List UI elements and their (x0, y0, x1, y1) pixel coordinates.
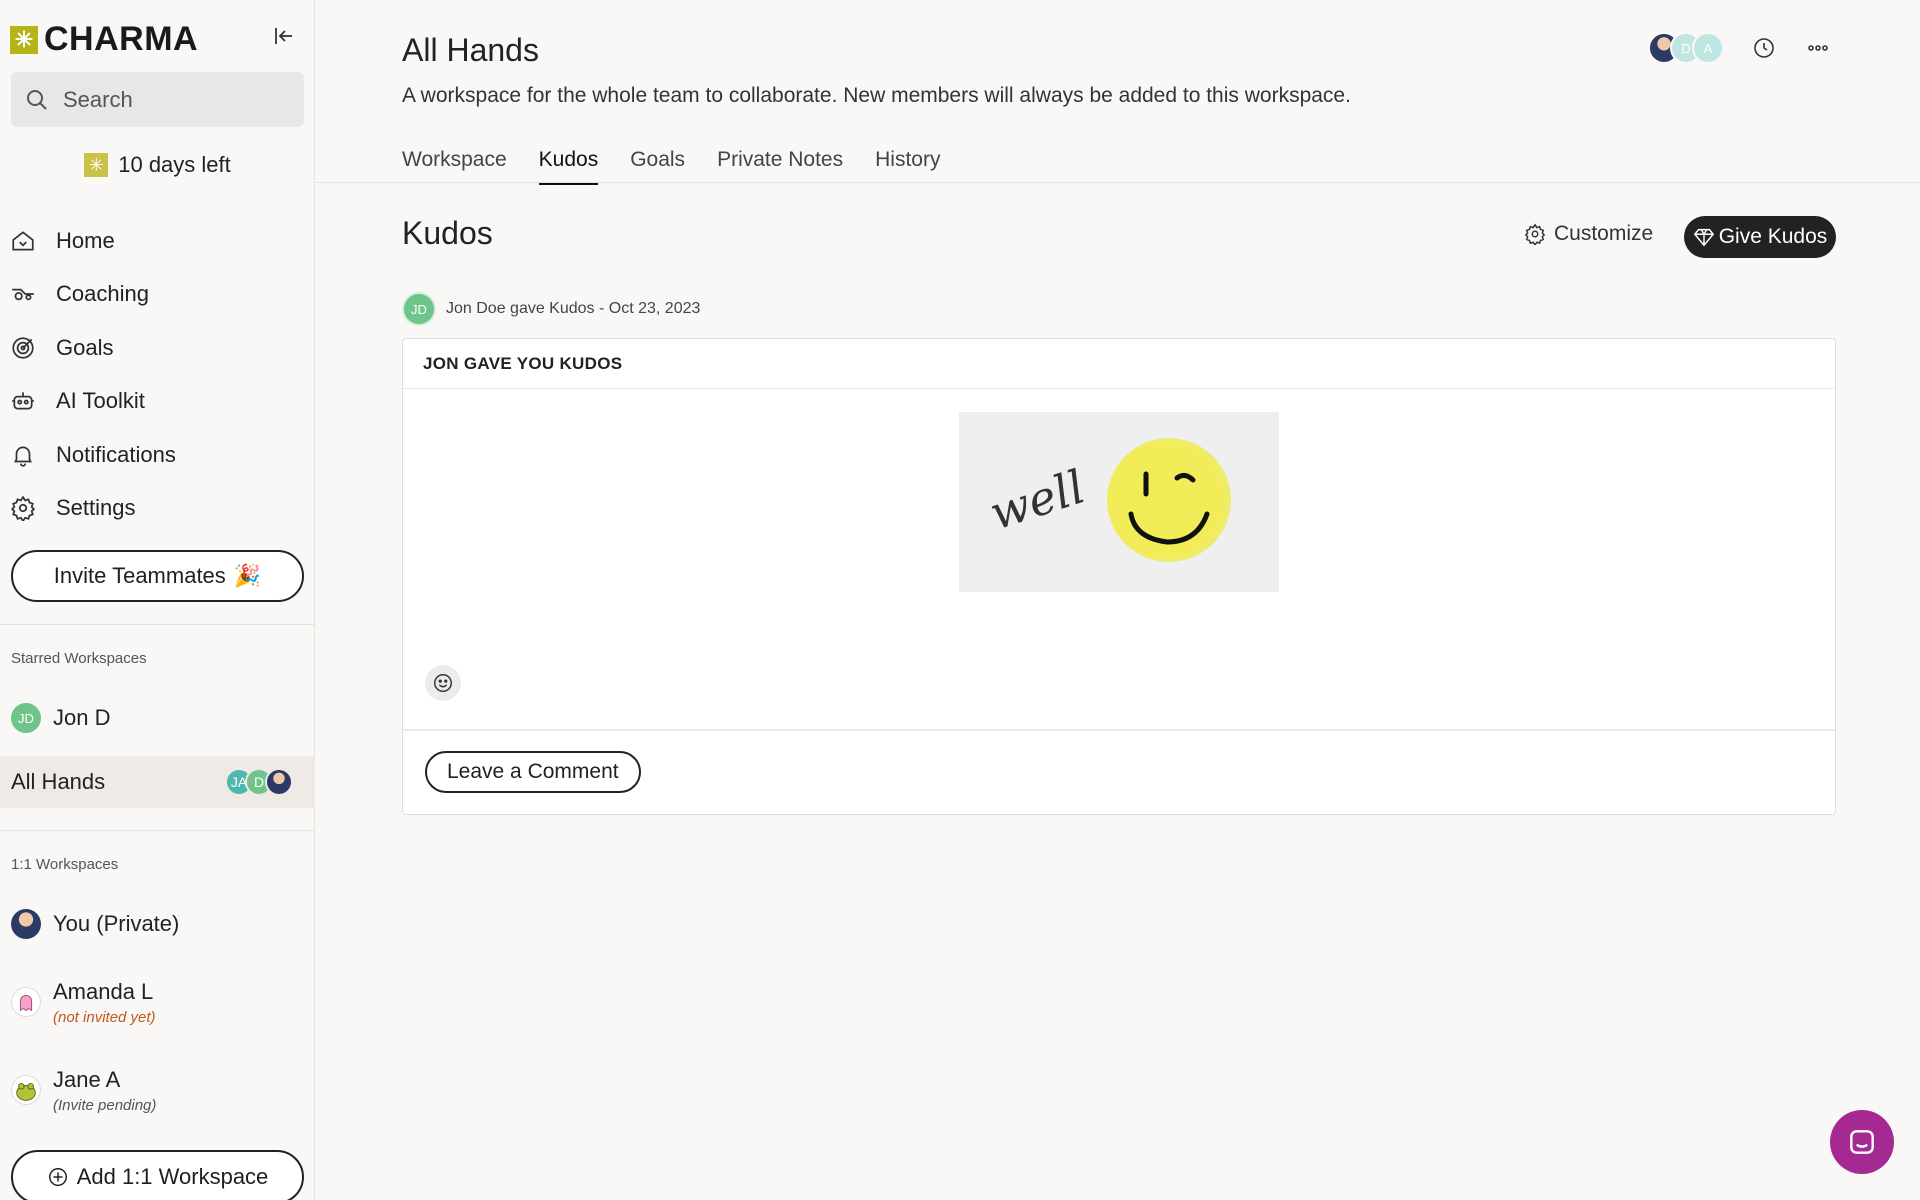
invite-label: Invite Teammates (53, 563, 226, 588)
page-title: All Hands (402, 32, 539, 68)
nav-label: AI Toolkit (56, 388, 145, 414)
search-placeholder: Search (63, 86, 133, 112)
workspace-text: Jane A (Invite pending) (53, 1067, 156, 1114)
workspace-text: Amanda L (not invited yet) (53, 979, 156, 1026)
workspace-tabs: Workspace Kudos Goals Private Notes Hist… (402, 148, 940, 185)
nav-item-coaching[interactable]: Coaching (10, 268, 310, 322)
clock-icon[interactable] (1750, 34, 1778, 62)
diamond-icon (1693, 228, 1714, 247)
coaching-icon (12, 289, 34, 301)
search-input[interactable]: Search (11, 72, 304, 127)
nav-item-ai-toolkit[interactable]: AI Toolkit (10, 375, 310, 429)
add-workspace-label: Add 1:1 Workspace (76, 1164, 269, 1189)
invite-status: (not invited yet) (53, 1008, 156, 1026)
tab-workspace[interactable]: Workspace (402, 148, 507, 185)
sparkle-icon: ✳ (84, 153, 109, 177)
nav-item-goals[interactable]: Goals (10, 321, 310, 375)
member-avatars[interactable]: D A (1648, 32, 1724, 64)
main-content: All Hands A workspace for the whole team… (316, 0, 1920, 1200)
party-icon: 🎉 (233, 563, 262, 588)
workspace-item-amanda-l[interactable]: Amanda L (not invited yet) (0, 974, 315, 1030)
customize-button[interactable]: Customize (1524, 222, 1653, 246)
leave-comment-button[interactable]: Leave a Comment (425, 751, 641, 793)
home-icon (12, 230, 34, 251)
nav-item-settings[interactable]: Settings (10, 482, 310, 536)
trial-text: 10 days left (118, 152, 231, 177)
gear-icon (10, 495, 36, 522)
invite-teammates-button[interactable]: Invite Teammates 🎉 (11, 550, 304, 602)
kudos-card: JON GAVE YOU KUDOS well Leave a Comment (402, 338, 1836, 815)
kudos-meta: JD Jon Doe gave Kudos - Oct 23, 2023 (402, 292, 700, 326)
avatar (11, 987, 41, 1017)
avatar-stack: JA D (225, 768, 293, 796)
give-kudos-label: Give Kudos (1718, 225, 1828, 248)
divider (403, 729, 1835, 731)
nav-item-notifications[interactable]: Notifications (10, 428, 310, 482)
divider (0, 624, 315, 625)
workspace-item-you-private[interactable]: You (Private) (0, 904, 315, 944)
chat-icon (1850, 1130, 1874, 1154)
kudos-image: well (959, 412, 1279, 592)
robot-icon (12, 392, 34, 410)
avatar (11, 1075, 41, 1105)
section-title: Kudos (402, 215, 493, 251)
divider (0, 830, 315, 831)
main-nav: Home Coaching Goals AI Toolkit Notificat… (10, 214, 310, 535)
nav-label: Goals (56, 334, 114, 360)
workspace-name: Jane A (53, 1066, 121, 1092)
workspace-name: Amanda L (53, 978, 154, 1004)
nav-item-home[interactable]: Home (10, 214, 310, 268)
add-one-on-one-workspace-button[interactable]: Add 1:1 Workspace (11, 1150, 304, 1200)
starred-workspaces-label: Starred Workspaces (11, 650, 147, 667)
chat-launcher-button[interactable] (1830, 1110, 1894, 1174)
nav-label: Notifications (56, 441, 176, 467)
sidebar: ✳ CHARMA Search ✳ 10 days left Home Coac… (0, 0, 315, 1200)
logo[interactable]: ✳ CHARMA (10, 20, 198, 59)
avatar (265, 768, 293, 796)
workspace-name: All Hands (11, 769, 106, 794)
workspace-name: Jon D (53, 705, 111, 730)
collapse-sidebar-icon[interactable] (272, 24, 296, 48)
avatar (11, 909, 41, 939)
search-icon (27, 89, 47, 110)
plus-circle-icon (48, 1168, 67, 1186)
tab-kudos[interactable]: Kudos (538, 148, 599, 185)
avatar: JD (402, 292, 436, 326)
add-reaction-icon[interactable] (425, 665, 461, 701)
sparkle-icon: ✳ (10, 25, 38, 54)
tabs-divider (316, 182, 1920, 183)
invite-status: (Invite pending) (53, 1096, 157, 1114)
avatar: A (1692, 32, 1724, 64)
workspace-item-jane-a[interactable]: Jane A (Invite pending) (0, 1062, 315, 1118)
tab-private-notes[interactable]: Private Notes (717, 148, 843, 185)
nav-label: Home (56, 227, 115, 253)
one-on-one-workspaces-label: 1:1 Workspaces (11, 856, 119, 873)
give-kudos-button[interactable]: Give Kudos (1684, 216, 1836, 258)
target-icon (12, 337, 34, 359)
gear-icon (1524, 223, 1546, 245)
page-description: A workspace for the whole team to collab… (402, 84, 1351, 107)
more-options-icon[interactable] (1804, 34, 1832, 62)
avatar: JD (11, 703, 41, 733)
workspace-item-all-hands[interactable]: All Hands JA D (0, 756, 315, 808)
nav-label: Settings (56, 495, 136, 521)
tab-goals[interactable]: Goals (630, 148, 685, 185)
workspace-name: You (Private) (53, 911, 180, 936)
header-actions: D A (1648, 32, 1832, 64)
tab-history[interactable]: History (875, 148, 940, 185)
customize-label: Customize (1554, 222, 1654, 245)
nav-label: Coaching (56, 281, 149, 307)
kudos-meta-text: Jon Doe gave Kudos - Oct 23, 2023 (446, 300, 701, 317)
kudos-card-heading: JON GAVE YOU KUDOS (403, 339, 1835, 389)
bell-icon (14, 446, 32, 467)
trial-badge[interactable]: ✳ 10 days left (0, 152, 315, 178)
kudos-image-text: well (983, 459, 1091, 540)
workspace-item-jon-d[interactable]: JD Jon D (0, 698, 315, 738)
logo-text: CHARMA (44, 20, 199, 58)
